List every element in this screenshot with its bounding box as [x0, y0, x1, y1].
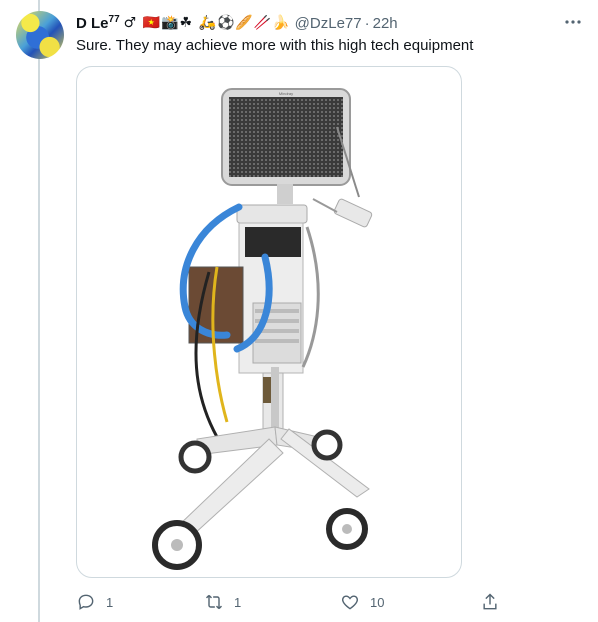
avatar[interactable]: [16, 11, 64, 59]
share-button[interactable]: [480, 590, 510, 614]
retweet-icon: [205, 594, 223, 610]
more-icon[interactable]: [562, 12, 584, 32]
thread-line: [38, 0, 40, 622]
author-name[interactable]: D Le77: [76, 14, 120, 32]
author-handle[interactable]: @DzLe77: [295, 15, 362, 32]
like-count: 10: [370, 594, 385, 610]
separator-dot: ·: [364, 14, 370, 32]
heart-icon: [342, 595, 358, 610]
timestamp[interactable]: 22h: [373, 15, 398, 32]
tweet-text: Sure. They may achieve more with this hi…: [76, 37, 474, 54]
like-button[interactable]: 10: [340, 590, 384, 614]
more-dots-svg: [565, 20, 581, 24]
monitor-brand: Mindray: [279, 91, 293, 96]
reply-icon: [78, 594, 94, 610]
retweet-button[interactable]: 1: [204, 590, 241, 614]
share-icon: [483, 593, 497, 610]
tweet-header: D Le77 ♂ 🇻🇳📸☘ 🛵⚽🥖🥢🍌 @DzLe77 · 22h: [76, 12, 582, 34]
tweet-media-image[interactable]: Mindray: [76, 66, 462, 578]
author-name-text: D Le: [76, 15, 109, 32]
tweet-actions: 1 1 10: [72, 590, 512, 614]
ventilator-illustration: Mindray: [152, 88, 373, 570]
author-name-sup: 77: [108, 14, 120, 25]
reply-count: 1: [106, 594, 114, 610]
retweet-count: 1: [234, 594, 242, 610]
name-emoji-badges: ♂ 🇻🇳📸☘ 🛵⚽🥖🥢🍌: [123, 15, 291, 31]
monitor: Mindray: [221, 88, 351, 204]
reply-button[interactable]: 1: [76, 590, 113, 614]
